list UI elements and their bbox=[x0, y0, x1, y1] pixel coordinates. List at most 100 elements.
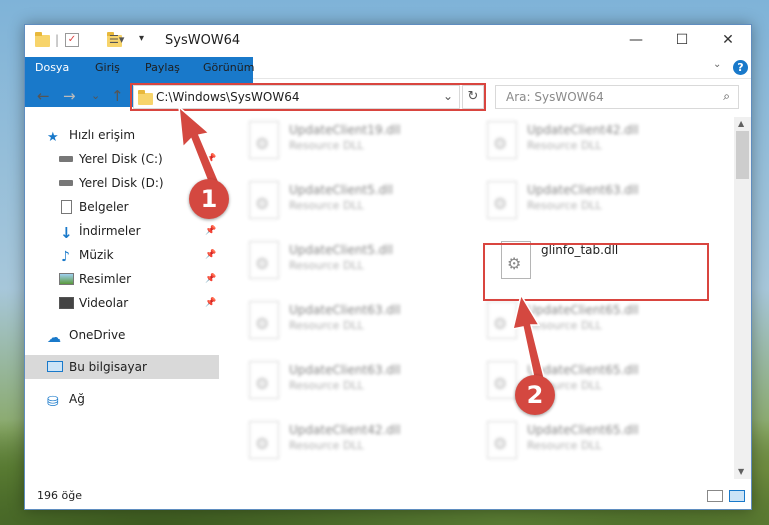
file-name: UpdateClient42.dll bbox=[289, 423, 401, 437]
file-item[interactable]: UpdateClient42.dll Resource DLL bbox=[239, 417, 467, 467]
file-item[interactable]: UpdateClient63.dll Resource DLL bbox=[239, 357, 467, 407]
sidebar-item-onedrive[interactable]: ☁ OneDrive bbox=[25, 323, 219, 347]
search-placeholder: Ara: SysWOW64 bbox=[506, 90, 604, 104]
details-view-icon[interactable] bbox=[707, 490, 723, 502]
tab-share[interactable]: Paylaş bbox=[135, 57, 190, 79]
sidebar-item-label: Videolar bbox=[79, 296, 129, 310]
file-name: UpdateClient63.dll bbox=[289, 303, 401, 317]
sidebar-item-label: Yerel Disk (D:) bbox=[79, 176, 164, 190]
status-bar: 196 öğe bbox=[25, 483, 751, 509]
network-icon: ⛁ bbox=[47, 394, 59, 410]
music-icon: ♪ bbox=[61, 249, 70, 265]
drive-icon bbox=[59, 180, 73, 186]
file-name: UpdateClient63.dll bbox=[289, 363, 401, 377]
search-icon: ⌕ bbox=[723, 89, 730, 103]
scrollbar-thumb[interactable] bbox=[736, 131, 749, 179]
star-icon: ★ bbox=[47, 130, 59, 145]
file-type: Resource DLL bbox=[289, 199, 364, 212]
dll-file-icon bbox=[249, 361, 279, 399]
large-icons-view-icon[interactable] bbox=[729, 490, 745, 502]
file-name: UpdateClient5.dll bbox=[289, 243, 393, 257]
dll-file-icon bbox=[249, 241, 279, 279]
item-count: 196 öğe bbox=[37, 489, 82, 502]
search-input[interactable]: Ara: SysWOW64 ⌕ bbox=[495, 85, 739, 109]
file-item[interactable]: UpdateClient42.dll Resource DLL bbox=[477, 117, 705, 167]
sidebar-item-network[interactable]: ⛁ Ağ bbox=[25, 387, 219, 411]
dll-file-icon bbox=[249, 301, 279, 339]
sidebar-item-pictures[interactable]: Resimler 📌 bbox=[25, 267, 219, 291]
properties-icon[interactable]: ✓ bbox=[65, 33, 79, 47]
file-item[interactable]: UpdateClient65.dll Resource DLL bbox=[477, 417, 705, 467]
scroll-up-icon[interactable]: ▲ bbox=[738, 119, 744, 128]
window-title: SysWOW64 bbox=[165, 33, 241, 48]
file-type: Resource DLL bbox=[289, 319, 364, 332]
file-explorer-window: | ✓ ☰▾ ▾ SysWOW64 — ☐ ✕ Dosya Giriş Payl… bbox=[24, 24, 752, 510]
file-name: UpdateClient5.dll bbox=[289, 183, 393, 197]
sidebar-item-label: Ağ bbox=[69, 392, 85, 406]
scroll-down-icon[interactable]: ▼ bbox=[738, 467, 744, 476]
separator-icon: | bbox=[55, 33, 60, 47]
pin-icon[interactable]: 📌 bbox=[205, 267, 216, 291]
dll-file-icon bbox=[249, 421, 279, 459]
dll-file-icon bbox=[487, 181, 517, 219]
sidebar-item-label: Yerel Disk (C:) bbox=[79, 152, 163, 166]
file-name: UpdateClient42.dll bbox=[527, 123, 639, 137]
tab-view[interactable]: Görünüm bbox=[193, 57, 264, 79]
customize-toolbar-icon[interactable]: ☰▾ bbox=[109, 33, 124, 49]
dll-file-icon bbox=[487, 421, 517, 459]
drive-icon bbox=[59, 156, 73, 162]
sidebar-item-label: Bu bilgisayar bbox=[69, 360, 147, 374]
video-icon bbox=[59, 297, 74, 309]
pin-icon[interactable]: 📌 bbox=[205, 219, 216, 243]
expand-ribbon-icon[interactable]: ⌄ bbox=[713, 59, 721, 70]
file-item[interactable]: UpdateClient5.dll Resource DLL bbox=[239, 177, 467, 227]
file-type: Resource DLL bbox=[527, 199, 602, 212]
file-name: UpdateClient19.dll bbox=[289, 123, 401, 137]
title-bar: | ✓ ☰▾ ▾ SysWOW64 — ☐ ✕ bbox=[25, 25, 751, 57]
help-icon[interactable]: ? bbox=[733, 60, 748, 75]
file-item[interactable]: UpdateClient63.dll Resource DLL bbox=[477, 177, 705, 227]
file-type: Resource DLL bbox=[289, 259, 364, 272]
sidebar-item-music[interactable]: ♪ Müzik 📌 bbox=[25, 243, 219, 267]
computer-icon bbox=[47, 361, 63, 372]
recent-locations-button[interactable]: ⌄ bbox=[91, 89, 100, 102]
file-type: Resource DLL bbox=[289, 139, 364, 152]
sidebar-item-label: İndirmeler bbox=[79, 224, 141, 238]
quick-access-dropdown-icon[interactable]: ▾ bbox=[139, 33, 144, 49]
tab-home[interactable]: Giriş bbox=[85, 57, 130, 79]
step-2-badge: 2 bbox=[515, 375, 555, 415]
cloud-icon: ☁ bbox=[47, 330, 61, 346]
sidebar-item-this-pc[interactable]: Bu bilgisayar bbox=[25, 355, 219, 379]
file-name: UpdateClient65.dll bbox=[527, 423, 639, 437]
up-button[interactable]: ↑ bbox=[111, 87, 124, 105]
step-1-badge: 1 bbox=[189, 179, 229, 219]
file-type: Resource DLL bbox=[527, 139, 602, 152]
file-name: UpdateClient63.dll bbox=[527, 183, 639, 197]
close-button[interactable]: ✕ bbox=[705, 25, 751, 55]
file-type: Resource DLL bbox=[289, 379, 364, 392]
file-type: Resource DLL bbox=[527, 439, 602, 452]
sidebar-item-label: Hızlı erişim bbox=[69, 128, 136, 142]
vertical-scrollbar[interactable]: ▲ ▼ bbox=[734, 117, 751, 479]
maximize-button[interactable]: ☐ bbox=[659, 25, 705, 55]
file-item[interactable]: UpdateClient5.dll Resource DLL bbox=[239, 237, 467, 287]
forward-button[interactable]: → bbox=[63, 87, 76, 105]
sidebar-item-label: OneDrive bbox=[69, 328, 126, 342]
sidebar-item-label: Müzik bbox=[79, 248, 114, 262]
file-item[interactable]: UpdateClient19.dll Resource DLL bbox=[239, 117, 467, 167]
sidebar-item-label: Resimler bbox=[79, 272, 132, 286]
minimize-button[interactable]: — bbox=[613, 25, 659, 55]
download-icon: ↓ bbox=[60, 224, 73, 242]
pin-icon[interactable]: 📌 bbox=[205, 243, 216, 267]
sidebar-item-videos[interactable]: Videolar 📌 bbox=[25, 291, 219, 315]
folder-icon bbox=[35, 32, 50, 47]
sidebar-item-downloads[interactable]: ↓ İndirmeler 📌 bbox=[25, 219, 219, 243]
pictures-icon bbox=[59, 273, 74, 285]
file-item[interactable]: UpdateClient63.dll Resource DLL bbox=[239, 297, 467, 347]
pin-icon[interactable]: 📌 bbox=[205, 291, 216, 315]
documents-icon bbox=[61, 200, 72, 214]
sidebar-item-label: Belgeler bbox=[79, 200, 129, 214]
back-button[interactable]: ← bbox=[37, 87, 50, 105]
dll-file-icon bbox=[487, 121, 517, 159]
ribbon-tabs: Dosya Giriş Paylaş Görünüm ⌄ ? bbox=[25, 57, 751, 107]
